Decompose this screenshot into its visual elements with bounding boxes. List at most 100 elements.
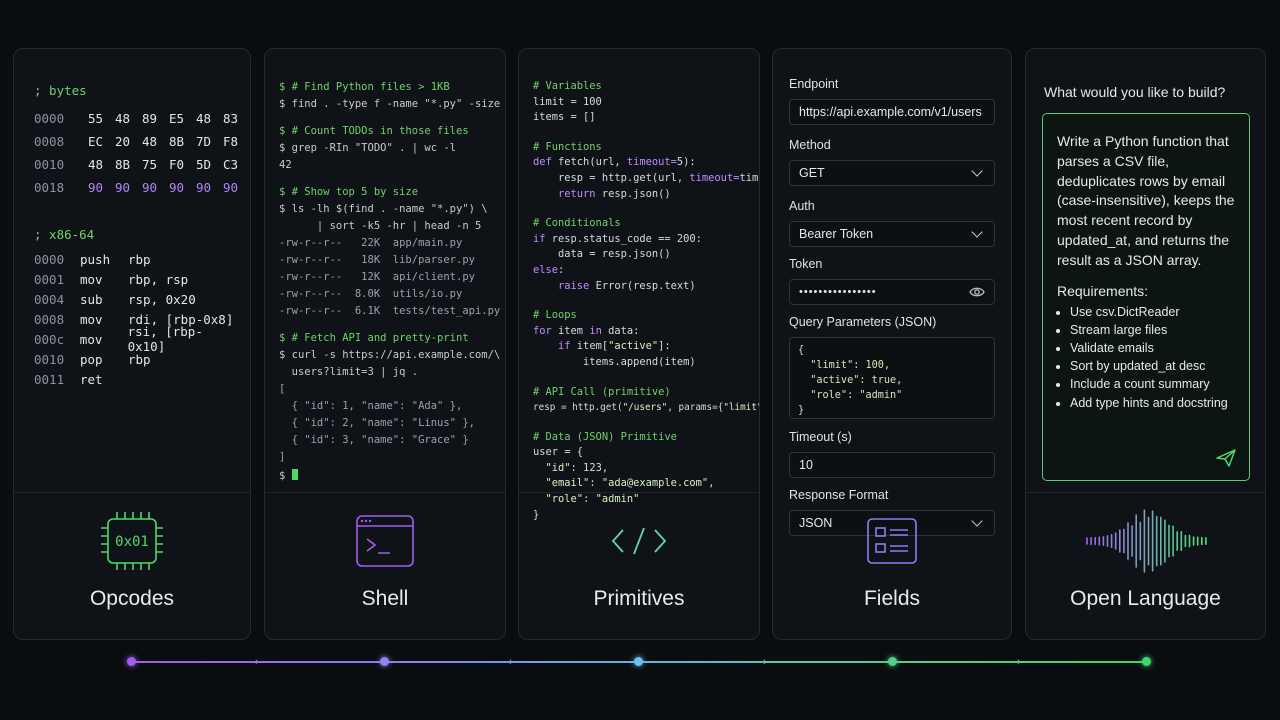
query-json-editor[interactable]: { "limit": 100, "active": true, "role": … (789, 337, 995, 419)
primitives-title: Primitives (593, 587, 685, 610)
code-line: for item in data: (533, 324, 640, 337)
eye-icon[interactable] (969, 286, 985, 298)
shell-line: { "id": 2, "name": "Linus" }, (279, 417, 475, 429)
asm-operands: rsp, 0x20 (128, 291, 196, 307)
hex-byte: 75 (142, 157, 158, 172)
requirement-item: Include a count summary (1070, 375, 1235, 393)
asm-label: ; x86-64 (34, 227, 95, 242)
chevron-down-icon (971, 226, 983, 238)
hex-byte: 90 (142, 180, 158, 195)
method-value: GET (799, 166, 825, 180)
hex-byte: C3 (223, 157, 239, 172)
json-line: "active": true, (798, 375, 903, 386)
hex-byte: 8B (169, 134, 185, 149)
timeout-field-group: Timeout (s) 10 (789, 430, 995, 478)
build-question: What would you like to build? (1044, 84, 1226, 100)
auth-select[interactable]: Bearer Token (789, 221, 995, 247)
shell-prompt-line[interactable]: $ (279, 468, 501, 485)
requirement-item: Validate emails (1070, 339, 1235, 357)
form-icon (867, 518, 917, 564)
timeline-arrow-icon: › (1017, 656, 1021, 668)
shell-line: -rw-r--r-- 8.0K utils/io.py (279, 288, 463, 300)
hex-byte: 90 (169, 180, 185, 195)
timeout-label: Timeout (s) (789, 430, 852, 444)
timeout-input[interactable]: 10 (789, 452, 995, 478)
timeline-dot (634, 657, 643, 666)
asm-mnemonic: push (80, 251, 111, 267)
hex-address: 0000 (34, 111, 65, 126)
hex-byte: 5D (196, 157, 212, 172)
chip-icon: 0x01 (101, 512, 163, 570)
json-line: "role": "admin" (798, 390, 903, 401)
shell-output: $ # Find Python files > 1KB $ find . -typ… (279, 79, 501, 485)
chip-text: 0x01 (115, 534, 149, 550)
code-brackets-icon (611, 527, 667, 555)
requirements-list: Use csv.DictReaderStream large filesVali… (1057, 303, 1235, 412)
token-input[interactable]: •••••••••••••••• (789, 279, 995, 305)
asm-address: 0004 (34, 291, 65, 307)
code-line: data = resp.json() (533, 248, 671, 261)
hex-byte: F8 (223, 134, 239, 149)
shell-line: { "id": 1, "name": "Ada" }, (279, 400, 463, 412)
shell-line: $ find . -type f -name "*.py" -size +1k (279, 98, 506, 110)
shell-title: Shell (361, 587, 409, 610)
code-line: return resp.json() (558, 187, 671, 200)
cursor-icon (291, 469, 298, 480)
method-select[interactable]: GET (789, 160, 995, 186)
shell-line: users?limit=3 | jq . (279, 366, 419, 378)
fields-panel: Endpoint https://api.example.com/v1/user… (772, 48, 1012, 640)
code-line: user = { (533, 446, 584, 459)
code-line: def fetch(url, timeout=5): (533, 156, 696, 169)
shell-line: { "id": 3, "name": "Grace" } (279, 434, 469, 446)
code-line: limit = 100 (533, 95, 602, 108)
asm-row: 000c mov rsi, [rbp-0x10] (34, 324, 240, 354)
requirement-item: Stream large files (1070, 321, 1235, 339)
asm-operands: rbp (128, 351, 151, 367)
shell-line: -rw-r--r-- 6.1K tests/test_api.py (279, 305, 501, 317)
hex-row: 0008 EC 20 48 8B 7D F8 (34, 130, 240, 153)
hex-row: 0018 90 90 90 90 90 90 (34, 176, 240, 199)
code-line: else: (533, 263, 565, 276)
timeout-value: 10 (799, 458, 813, 472)
endpoint-value: https://api.example.com/v1/users (799, 105, 982, 119)
requirement-item: Add type hints and docstring (1070, 394, 1235, 412)
asm-address: 0011 (34, 371, 65, 387)
shell-prompt: $ (279, 470, 292, 482)
asm-address: 0010 (34, 351, 65, 367)
hex-byte: 48 (196, 111, 212, 126)
prompt-input[interactable]: Write a Python function that parses a CS… (1042, 113, 1250, 481)
endpoint-field-group: Endpoint https://api.example.com/v1/user… (789, 77, 995, 125)
hex-byte: 48 (115, 111, 131, 126)
code-line: "id": 123, (545, 461, 609, 474)
timeline-dot (380, 657, 389, 666)
asm-mnemonic: ret (80, 371, 103, 387)
asm-operands: rbp, rsp (128, 271, 189, 287)
json-line: { (798, 345, 805, 356)
code-line: "email": "ada@example.com", (545, 477, 715, 490)
code-line: items.append(item) (533, 355, 696, 368)
token-field-group: Token •••••••••••••••• (789, 257, 995, 305)
hex-address: 0010 (34, 157, 65, 172)
requirement-item: Sort by updated_at desc (1070, 357, 1235, 375)
opcodes-panel: ; bytes 0000 55 48 89 E5 48 83 0008 EC 20 48 8B 7D F8… (13, 48, 251, 640)
primitives-footer: Primitives (519, 492, 759, 639)
send-icon[interactable] (1215, 448, 1237, 468)
requirement-item: Use csv.DictReader (1070, 303, 1235, 321)
code-line: if item["active"]: (558, 340, 671, 353)
open-language-panel: What would you like to build? Write a Py… (1025, 48, 1266, 640)
code-comment-line: # Functions (533, 140, 602, 153)
shell-line: | sort -k5 -hr | head -n 5 (279, 220, 482, 232)
hex-bytes: 55 48 89 E5 48 83 (88, 111, 240, 126)
endpoint-input[interactable]: https://api.example.com/v1/users (789, 99, 995, 125)
hex-bytes: 90 90 90 90 90 90 (88, 180, 240, 195)
hex-byte: EC (88, 134, 104, 149)
shell-comment-line: $ # Show top 5 by size (279, 186, 419, 198)
asm-address: 0008 (34, 311, 65, 327)
endpoint-label: Endpoint (789, 77, 839, 91)
hex-bytes: 48 8B 75 F0 5D C3 (88, 157, 240, 172)
timeline-dot (127, 657, 136, 666)
